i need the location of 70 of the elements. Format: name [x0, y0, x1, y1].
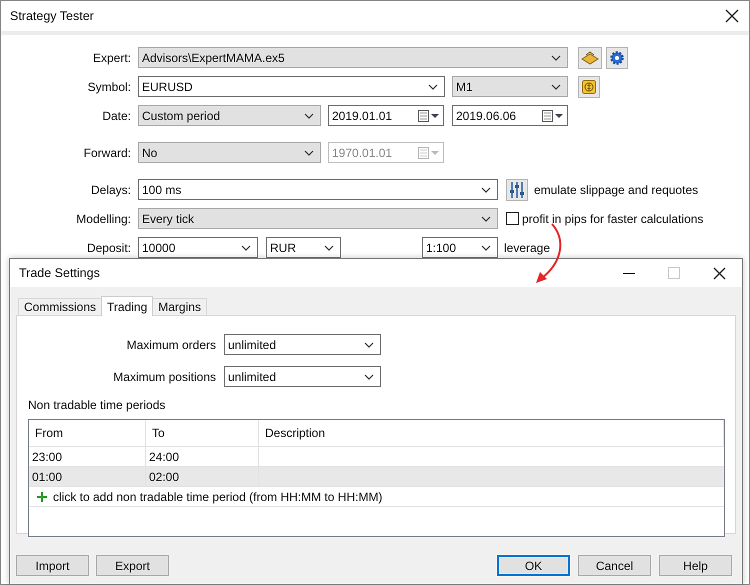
- tab[interactable]: Trading: [101, 296, 154, 316]
- dropdown[interactable]: Custom period: [138, 105, 321, 126]
- chevron-icon: [428, 84, 438, 90]
- table-cell: 01:00: [32, 470, 62, 484]
- field-label: Modelling:: [75, 212, 131, 226]
- date-field[interactable]: 2019.06.06: [452, 105, 568, 126]
- close-icon[interactable]: [725, 9, 739, 23]
- dropdown[interactable]: EURUSD: [138, 76, 445, 97]
- chevron-icon: [364, 374, 374, 380]
- field-label: Maximum positions: [112, 370, 216, 384]
- chevron-icon: [304, 112, 314, 118]
- chevron-icon: [481, 186, 491, 192]
- settings-icon: [609, 50, 625, 66]
- table-cell: 23:00: [32, 450, 62, 464]
- table-row[interactable]: 01:00 02:00: [29, 466, 724, 486]
- dropdown[interactable]: 1:100: [422, 237, 498, 258]
- calendar-icon[interactable]: [418, 110, 440, 122]
- chevron-icon: [481, 216, 491, 222]
- option-text: emulate slippage and requotes: [534, 182, 698, 196]
- option-text: leverage: [504, 240, 550, 254]
- section-title: Non tradable time periods: [28, 398, 166, 412]
- field-label: Date:: [101, 108, 131, 122]
- table-cell: 24:00: [149, 450, 180, 464]
- dropdown[interactable]: unlimited: [224, 334, 381, 355]
- chevron-icon: [241, 244, 251, 250]
- dialog-button[interactable]: Import: [16, 555, 89, 576]
- close-icon[interactable]: [713, 266, 726, 280]
- plus-icon: [37, 492, 47, 502]
- dialog-button[interactable]: Export: [96, 555, 169, 576]
- column-header[interactable]: From: [29, 420, 146, 446]
- field-label: Symbol:: [86, 80, 131, 94]
- chevron-icon: [304, 150, 314, 156]
- dropdown[interactable]: Advisors\ExpertMAMA.ex5: [138, 47, 568, 68]
- field-label: Expert:: [92, 50, 131, 64]
- dialog-button[interactable]: OK: [497, 555, 570, 576]
- checkbox-label: profit in pips for faster calculations: [522, 212, 704, 226]
- chevron-icon: [551, 84, 561, 90]
- column-header[interactable]: To: [146, 420, 259, 446]
- date-field[interactable]: 2019.01.01: [328, 105, 444, 126]
- dropdown[interactable]: unlimited: [224, 366, 381, 387]
- sliders-icon: [509, 180, 525, 198]
- chevron-icon: [481, 244, 491, 250]
- chevron-icon: [324, 244, 334, 250]
- field-label: Maximum orders: [126, 338, 216, 352]
- table-cell: 02:00: [149, 470, 180, 484]
- field-label: Delays:: [90, 182, 131, 196]
- field-label: Deposit:: [86, 240, 131, 254]
- settings-button[interactable]: [606, 46, 628, 68]
- window-title: Strategy Tester: [10, 9, 94, 23]
- sliders-button[interactable]: [506, 178, 528, 200]
- dialog-button[interactable]: Cancel: [578, 555, 651, 576]
- dialog-title: Trade Settings: [19, 266, 100, 280]
- tab[interactable]: Commissions: [18, 298, 102, 315]
- calendar-icon[interactable]: [542, 110, 564, 122]
- column-header[interactable]: Description: [259, 420, 724, 446]
- dollar-icon: [581, 78, 597, 94]
- chevron-icon: [364, 342, 374, 348]
- dropdown[interactable]: 100 ms: [138, 179, 498, 200]
- field-label: Forward:: [82, 146, 131, 160]
- dollar-button[interactable]: [578, 76, 600, 98]
- dropdown[interactable]: 10000: [138, 237, 258, 258]
- dropdown[interactable]: No: [138, 142, 321, 163]
- dropdown[interactable]: M1: [452, 76, 568, 97]
- chevron-icon: [551, 54, 561, 60]
- dialog-button[interactable]: Help: [659, 555, 732, 576]
- add-row[interactable]: click to add non tradable time period (from HH:MM to HH:MM): [29, 486, 724, 507]
- dropdown[interactable]: RUR: [266, 237, 341, 258]
- tab[interactable]: Margins: [152, 298, 207, 315]
- dropdown[interactable]: Every tick: [138, 208, 498, 229]
- checkbox[interactable]: [506, 212, 519, 225]
